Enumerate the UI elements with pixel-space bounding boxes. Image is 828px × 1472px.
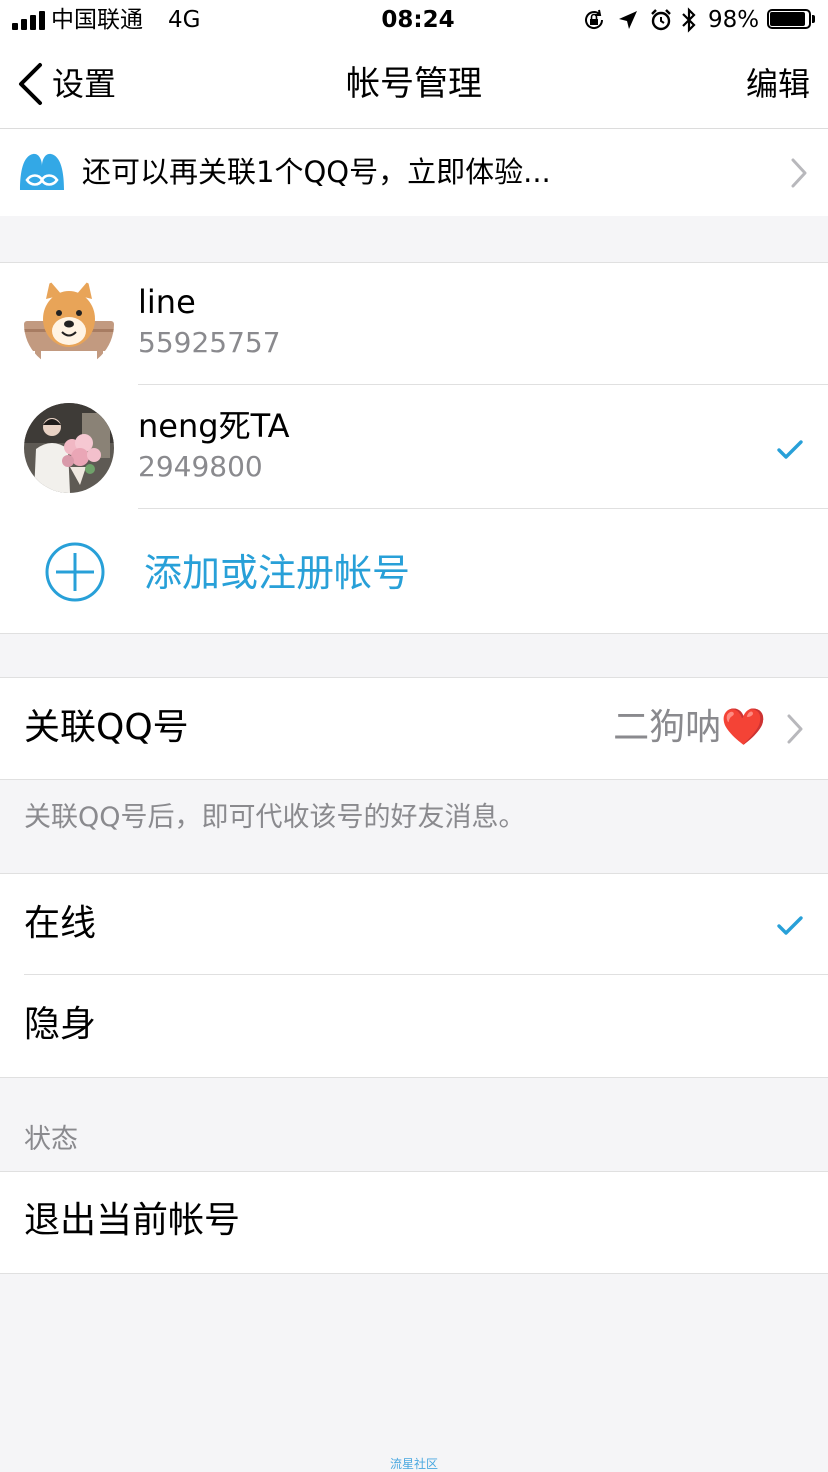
link-accounts-icon (20, 153, 64, 190)
checkmark-icon (777, 916, 803, 935)
edit-button[interactable]: 编辑 (746, 62, 810, 106)
account-list (0, 262, 828, 634)
avatar[interactable] (24, 279, 114, 369)
status-option-online[interactable] (0, 874, 828, 974)
account-name: neng死TA (138, 407, 290, 445)
avatar[interactable] (24, 403, 114, 493)
chevron-right-icon (787, 714, 803, 744)
divider (138, 384, 828, 385)
battery-level (770, 12, 805, 26)
location-icon (619, 11, 637, 29)
account-number: 55925757 (138, 326, 281, 359)
banner-text: 还可以再关联1个QQ号，立即体验... (82, 155, 551, 189)
status-option-invisible[interactable] (0, 975, 828, 1075)
clock: 08:24 (381, 7, 455, 33)
linked-qq-label: 关联QQ号 (24, 707, 189, 748)
checkmark-icon (777, 440, 803, 459)
alarm-icon (651, 9, 671, 31)
battery-cap (812, 15, 815, 23)
shiba-dog-avatar (24, 279, 114, 369)
logout-button[interactable]: 退出当前帐号 (24, 1198, 240, 1244)
page-title: 帐号管理 (346, 64, 482, 104)
battery-percent: 98% (708, 7, 760, 33)
linked-qq-note: 关联QQ号后，即可代收该号的好友消息。 (24, 802, 526, 833)
account-name: line (138, 283, 196, 321)
divider (138, 508, 828, 509)
status-option-label: 隐身 (24, 1004, 97, 1045)
add-circle-icon[interactable] (44, 541, 106, 603)
linked-qq-value: 二狗呐❤️ (613, 707, 766, 748)
chevron-right-icon (791, 158, 807, 188)
add-account-button[interactable]: 添加或注册帐号 (144, 548, 410, 598)
watermark: 流星社区 (389, 1457, 438, 1471)
orientation-lock-icon (585, 9, 604, 29)
bluetooth-icon (682, 7, 696, 33)
status-section-header: 状态 (24, 1124, 78, 1155)
person-flowers-avatar (24, 403, 114, 493)
status-option-label: 在线 (24, 903, 97, 944)
account-number: 2949800 (138, 450, 263, 483)
